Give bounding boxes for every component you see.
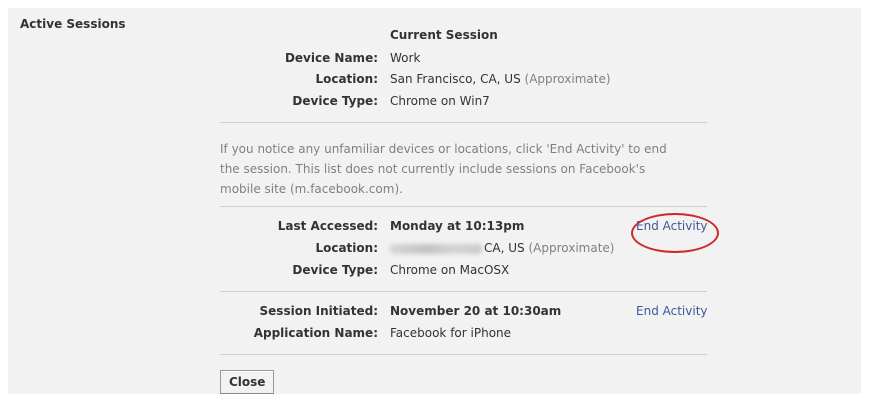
session-location-text: CA, US (484, 241, 525, 255)
session-initiated-value: November 20 at 10:30am (390, 304, 562, 318)
divider (220, 291, 707, 292)
current-device-type-value: Chrome on Win7 (390, 94, 490, 108)
blurred-city (390, 243, 482, 254)
session-device-type-label: Device Type: (292, 263, 378, 277)
active-sessions-panel: Active Sessions Current Session Device N… (8, 8, 861, 394)
last-accessed-label: Last Accessed: (277, 219, 378, 233)
current-session-heading: Current Session (390, 28, 498, 42)
current-location-value: San Francisco, CA, US (Approximate) (390, 72, 611, 86)
last-accessed-value: Monday at 10:13pm (390, 219, 525, 233)
current-device-type-label: Device Type: (292, 94, 378, 108)
session-location-label: Location: (315, 241, 378, 255)
divider (220, 206, 707, 207)
notice-text: If you notice any unfamiliar devices or … (220, 142, 667, 196)
close-button[interactable]: Close (220, 370, 275, 394)
application-name-value: Facebook for iPhone (390, 326, 512, 340)
divider (220, 122, 707, 123)
end-activity-link[interactable]: End Activity (636, 304, 708, 318)
end-activity-link[interactable]: End Activity (636, 219, 708, 233)
current-location-text: San Francisco, CA, US (390, 72, 521, 86)
device-name-value: Work (390, 51, 421, 65)
session-device-type-value: Chrome on MacOSX (390, 263, 510, 277)
current-location-label: Location: (315, 72, 378, 86)
section-title: Active Sessions (20, 17, 126, 31)
current-location-approximate: (Approximate) (524, 72, 611, 86)
application-name-label: Application Name: (253, 326, 378, 340)
session-location-value: CA, US (Approximate) (390, 241, 614, 255)
device-name-label: Device Name: (284, 51, 378, 65)
session-initiated-label: Session Initiated: (259, 304, 378, 318)
divider (220, 354, 707, 355)
session-location-approximate: (Approximate) (528, 241, 615, 255)
